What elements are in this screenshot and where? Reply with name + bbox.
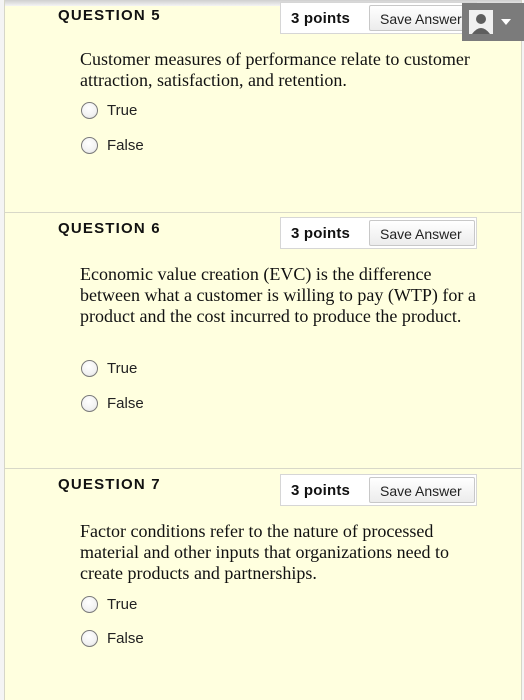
- option-true[interactable]: True: [81, 593, 137, 615]
- user-menu[interactable]: [462, 3, 524, 41]
- question-6: QUESTION 6 3 points Save Answer Economic…: [5, 212, 521, 468]
- radio-false[interactable]: [81, 136, 98, 154]
- save-answer-button[interactable]: Save Answer: [369, 477, 475, 503]
- radio-false[interactable]: [81, 394, 98, 412]
- option-label: True: [107, 359, 138, 377]
- radio-true[interactable]: [81, 359, 98, 377]
- option-label: True: [107, 101, 138, 119]
- question-5: QUESTION 5 3 points Save Answer Customer…: [5, 0, 521, 212]
- option-false[interactable]: False: [81, 392, 144, 414]
- points-box: 3 points Save Answer: [280, 474, 477, 506]
- radio-false[interactable]: [81, 629, 98, 647]
- question-text: Economic value creation (EVC) is the dif…: [80, 264, 476, 326]
- question-title: QUESTION 7: [58, 476, 161, 493]
- option-label: False: [107, 394, 144, 412]
- points-label: 3 points: [291, 225, 351, 242]
- option-true[interactable]: True: [81, 357, 137, 379]
- save-answer-button[interactable]: Save Answer: [369, 5, 475, 31]
- save-answer-button[interactable]: Save Answer: [369, 220, 475, 246]
- option-false[interactable]: False: [81, 627, 144, 649]
- question-title: QUESTION 5: [58, 7, 161, 24]
- option-label: False: [107, 629, 144, 647]
- user-avatar-icon: [469, 10, 493, 34]
- question-title: QUESTION 6: [58, 220, 161, 237]
- points-box: 3 points Save Answer: [280, 2, 477, 34]
- radio-true[interactable]: [81, 101, 98, 119]
- option-true[interactable]: True: [81, 99, 137, 121]
- points-label: 3 points: [291, 10, 351, 27]
- points-box: 3 points Save Answer: [280, 217, 477, 249]
- question-7: QUESTION 7 3 points Save Answer Factor c…: [5, 468, 521, 700]
- option-label: False: [107, 136, 144, 154]
- quiz-page: QUESTION 5 3 points Save Answer Customer…: [4, 0, 522, 700]
- radio-true[interactable]: [81, 595, 98, 613]
- user-silhouette-icon: [469, 10, 493, 34]
- points-label: 3 points: [291, 482, 351, 499]
- option-label: True: [107, 595, 138, 613]
- question-text: Customer measures of performance relate …: [80, 49, 470, 90]
- question-text: Factor conditions refer to the nature of…: [80, 521, 450, 583]
- chevron-down-icon[interactable]: [501, 19, 511, 25]
- option-false[interactable]: False: [81, 134, 144, 156]
